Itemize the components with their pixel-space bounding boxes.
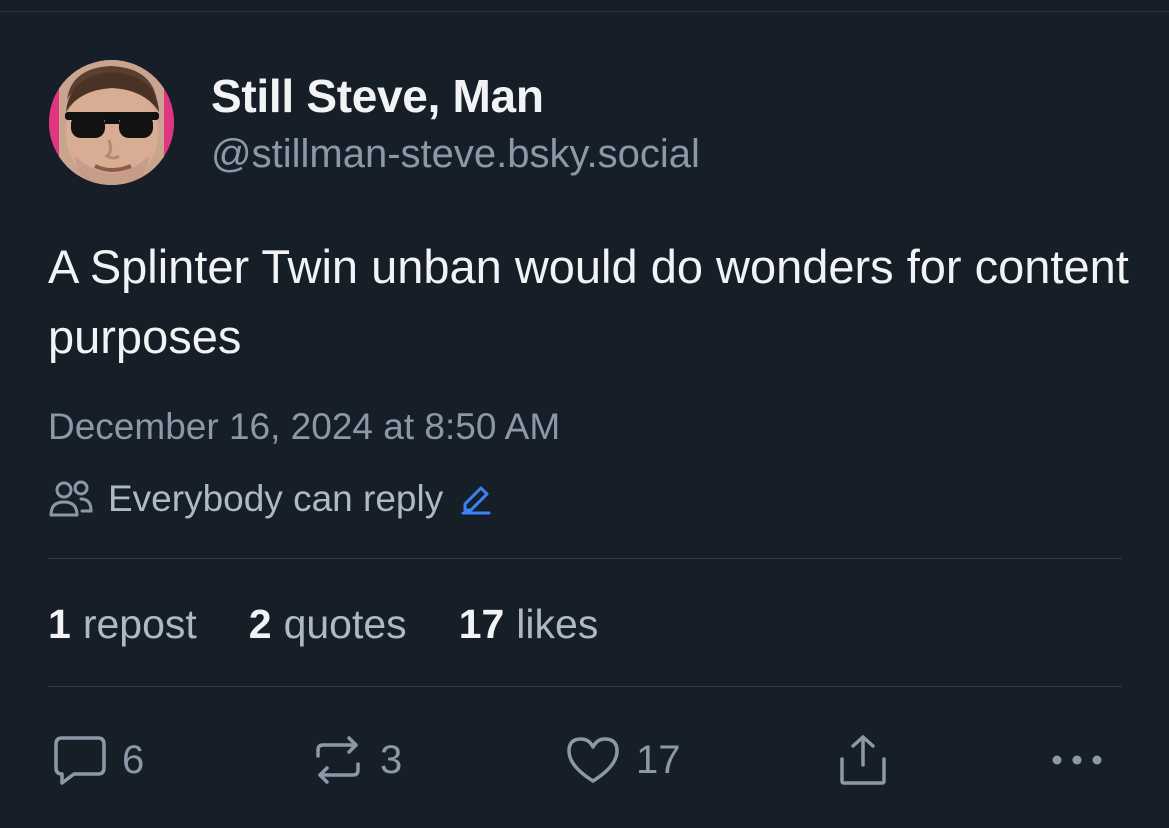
share-icon [840, 735, 886, 785]
comment-icon [54, 736, 106, 785]
author-block[interactable]: Still Steve, Man @stillman-steve.bsky.so… [211, 70, 700, 180]
reply-setting-label: Everybody can reply [108, 478, 444, 519]
like-stat[interactable]: 17 likes [459, 601, 599, 648]
post-text: A Splinter Twin unban would do wonders f… [48, 240, 1129, 363]
quote-stat[interactable]: 2 quotes [249, 601, 407, 648]
like-button[interactable]: 17 [564, 730, 681, 790]
like-stat-count: 17 [458, 600, 505, 647]
repost-count: 3 [380, 737, 403, 782]
more-icon [1052, 755, 1102, 765]
author-display-name[interactable]: Still Steve, Man [211, 70, 700, 122]
heart-icon [567, 737, 619, 783]
quote-stat-count: 2 [248, 600, 272, 647]
repost-button[interactable]: 3 [310, 730, 402, 790]
engagement-stats: 1 repost 2 quotes 17 likes [48, 598, 650, 650]
divider [48, 558, 1122, 559]
repost-stat-label: repost [82, 600, 197, 647]
share-button[interactable] [836, 730, 890, 790]
author-handle[interactable]: @stillman-steve.bsky.social [211, 128, 700, 180]
reply-count: 6 [122, 737, 145, 782]
repost-stat[interactable]: 1 repost [48, 601, 197, 648]
like-count: 17 [636, 737, 681, 782]
avatar[interactable] [49, 60, 174, 185]
post-timestamp: December 16, 2024 at 8:50 AM [48, 406, 561, 447]
top-divider [0, 11, 1169, 12]
repost-stat-count: 1 [48, 600, 71, 647]
action-bar: 6 3 17 [0, 730, 1169, 790]
repost-icon [316, 736, 360, 784]
avatar-image [49, 60, 174, 185]
post-thread-view: Still Steve, Man @stillman-steve.bsky.so… [0, 0, 1169, 828]
divider [48, 686, 1122, 687]
more-options-button[interactable] [1050, 730, 1104, 790]
reply-button[interactable]: 6 [52, 730, 144, 790]
quote-stat-label: quotes [283, 600, 407, 647]
like-stat-label: likes [516, 600, 599, 647]
reply-setting[interactable]: Everybody can reply [48, 476, 493, 522]
pencil-edit-icon[interactable] [459, 482, 493, 516]
people-icon [49, 480, 93, 517]
